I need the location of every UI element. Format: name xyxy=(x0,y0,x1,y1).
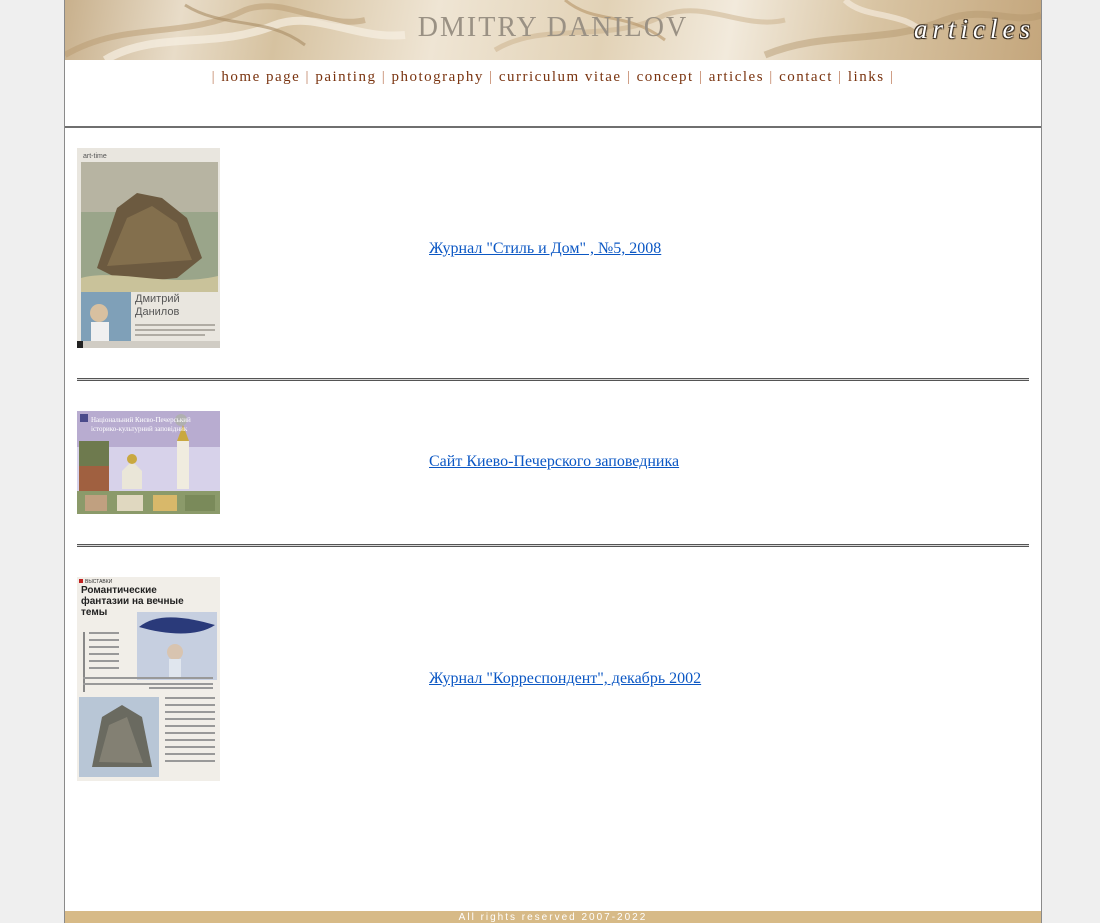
section-label: articles xyxy=(914,14,1035,44)
thumb-headline-line: темы xyxy=(81,607,107,618)
nav-separator: | xyxy=(838,69,843,85)
article-item: art-time Дмитрий Данилов Журнал "Стиль и… xyxy=(77,148,1029,348)
article-divider xyxy=(77,544,1029,547)
website-screenshot-image: Національний Києво-Печерський історико-к… xyxy=(77,411,220,514)
article-thumbnail[interactable]: Національний Києво-Печерський історико-к… xyxy=(77,411,220,514)
thumb-name-line: Дмитрий xyxy=(135,293,180,305)
thumb-header-text: art-time xyxy=(83,153,107,160)
nav-separator: | xyxy=(698,69,704,85)
article-thumbnail[interactable]: art-time Дмитрий Данилов xyxy=(77,148,220,348)
footer: All rights reserved 2007-2022 xyxy=(65,911,1041,923)
nav-link-links[interactable]: links xyxy=(848,69,885,85)
nav-link-articles[interactable]: articles xyxy=(709,69,764,85)
nav-separator: | xyxy=(305,69,311,85)
article-link[interactable]: Журнал "Стиль и Дом" , №5, 2008 xyxy=(429,240,661,258)
nav-separator: | xyxy=(489,69,494,85)
thumb-banner-line: Національний Києво-Печерський xyxy=(91,416,191,424)
article-divider xyxy=(77,378,1029,381)
article-item: ВЫСТАВКИ Романтические фантазии на вечны… xyxy=(77,577,1029,781)
nav-separator: | xyxy=(769,69,774,85)
nav-separator: | xyxy=(889,69,895,85)
article-item: Національний Києво-Печерський історико-к… xyxy=(77,411,1029,514)
nav-link-curriculum-vitae[interactable]: curriculum vitae xyxy=(499,69,622,85)
magazine-page-image: ВЫСТАВКИ Романтические фантазии на вечны… xyxy=(77,577,220,781)
nav-separator: | xyxy=(626,69,632,85)
thumb-banner-line: історико-культурний заповідник xyxy=(91,425,188,433)
nav-link-photography[interactable]: photography xyxy=(392,69,484,85)
nav-link-home-page[interactable]: home page xyxy=(221,69,300,85)
header-banner: DMITRY DANILOV articles xyxy=(65,0,1041,60)
nav-link-concept[interactable]: concept xyxy=(637,69,694,85)
nav-divider xyxy=(65,126,1041,128)
thumb-name-line: Данилов xyxy=(135,306,179,318)
page-container: DMITRY DANILOV articles | home page | pa… xyxy=(64,0,1042,923)
main-nav: | home page | painting | photography | c… xyxy=(65,69,1041,86)
nav-link-contact[interactable]: contact xyxy=(779,69,833,85)
thumb-headline-line: Романтические xyxy=(81,585,157,596)
nav-separator: | xyxy=(381,69,387,85)
article-thumbnail[interactable]: ВЫСТАВКИ Романтические фантазии на вечны… xyxy=(77,577,220,781)
nav-link-painting[interactable]: painting xyxy=(315,69,376,85)
site-title: DMITRY DANILOV xyxy=(417,12,689,43)
article-link[interactable]: Сайт Киево-Печерского заповедника xyxy=(429,453,679,471)
nav-separator: | xyxy=(211,69,217,85)
article-link[interactable]: Журнал "Корреспондент", декабрь 2002 xyxy=(429,670,701,688)
magazine-cover-image: art-time Дмитрий Данилов xyxy=(77,148,220,348)
thumb-headline-line: фантазии на вечные xyxy=(81,595,184,607)
